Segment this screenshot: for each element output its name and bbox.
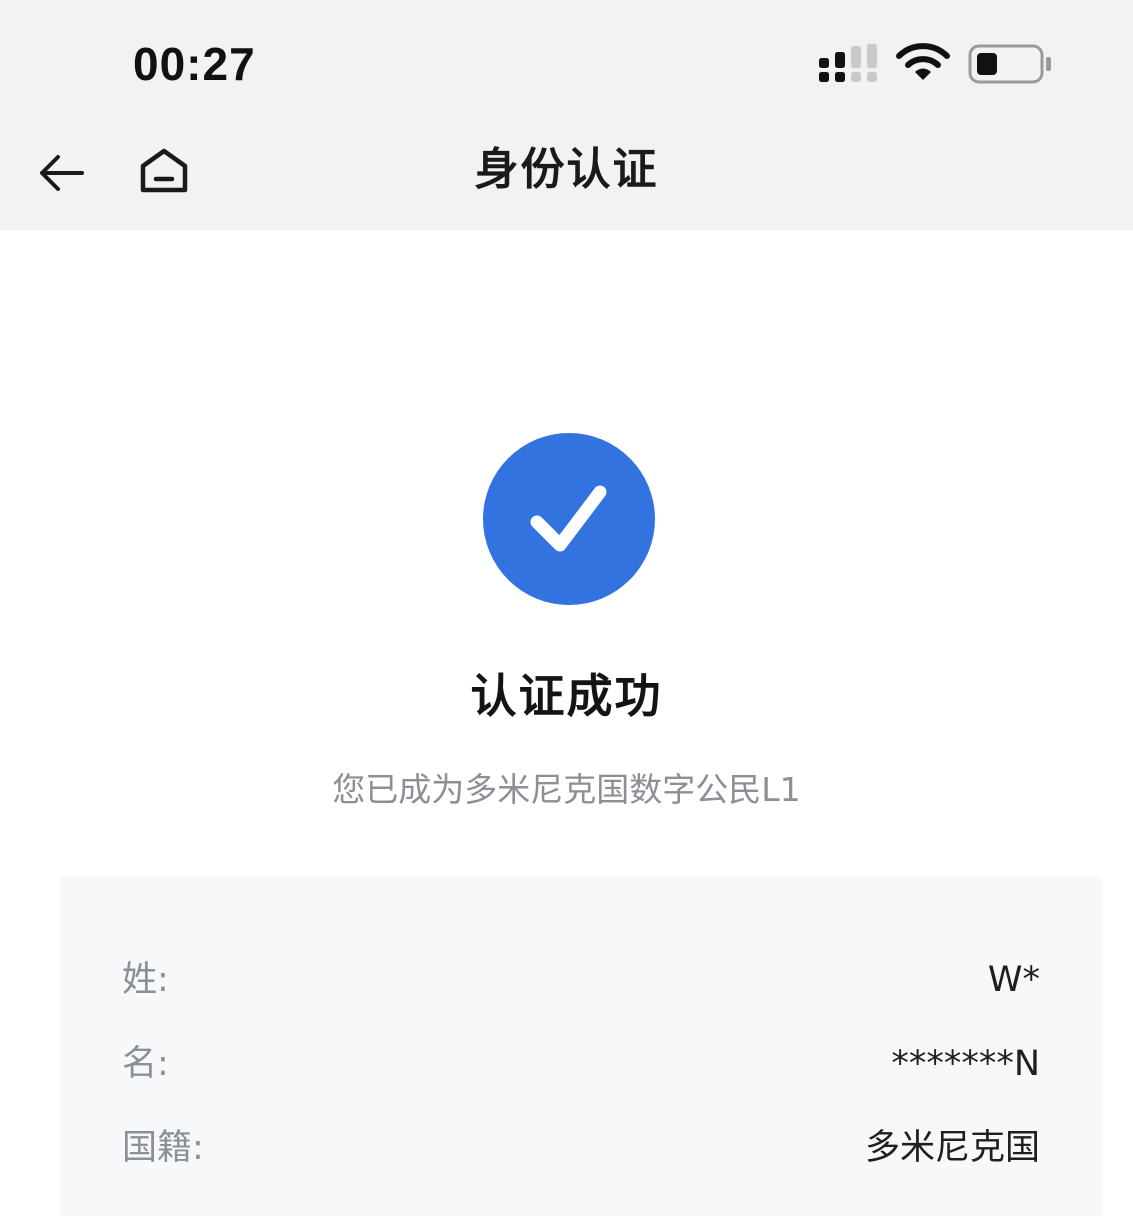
info-row-given-name: 名: *******N — [122, 1036, 1040, 1092]
wifi-icon — [896, 43, 950, 80]
success-subtitle: 您已成为多米尼克国数字公民L1 — [332, 770, 801, 809]
page-title: 身份认证 — [474, 144, 659, 195]
cellular-signal-icon — [819, 44, 877, 82]
surname-label: 姓: — [122, 960, 169, 1000]
nationality-label: 国籍: — [122, 1128, 204, 1168]
info-row-nationality: 国籍: 多米尼克国 — [122, 1120, 1040, 1176]
nationality-value: 多米尼克国 — [864, 1128, 1040, 1168]
surname-value: W* — [987, 960, 1040, 1000]
given-name-value: *******N — [891, 1044, 1040, 1084]
given-name-label: 名: — [122, 1044, 169, 1084]
success-title: 认证成功 — [470, 669, 663, 723]
battery-icon — [968, 44, 1051, 84]
status-time: 00:27 — [133, 38, 256, 90]
check-circle-icon — [483, 433, 655, 605]
info-row-surname: 姓: W* — [122, 952, 1040, 1008]
info-card: 姓: W* 名: *******N 国籍: 多米尼克国 — [60, 876, 1103, 1216]
